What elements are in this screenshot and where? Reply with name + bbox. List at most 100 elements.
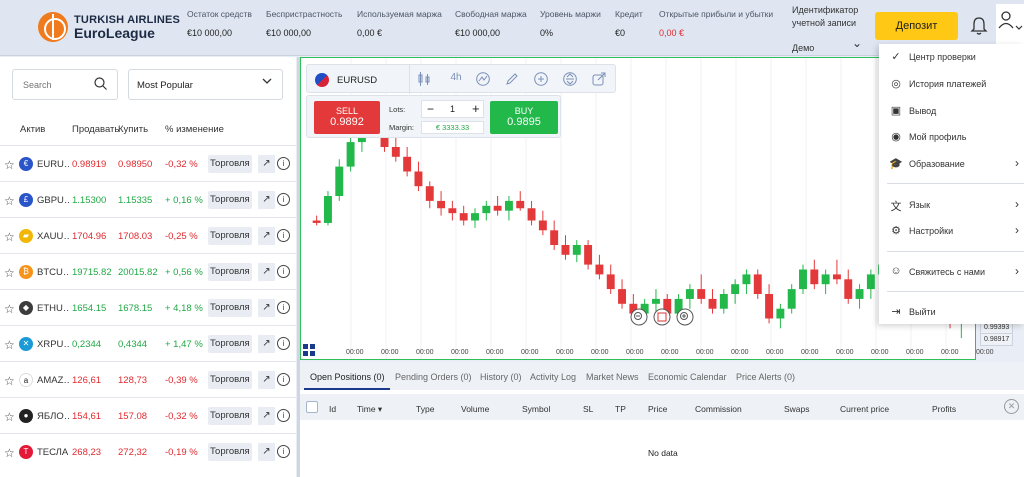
col-header[interactable]: Current price: [840, 404, 889, 414]
menu-item[interactable]: ▣ Вывод: [879, 100, 1024, 122]
user-menu-button[interactable]: [996, 4, 1024, 48]
star-icon[interactable]: ☆: [4, 410, 15, 424]
lots-decrease-button[interactable]: −: [427, 102, 434, 116]
star-icon[interactable]: ☆: [4, 158, 15, 172]
star-icon[interactable]: ☆: [4, 230, 15, 244]
tab-2[interactable]: History (0): [480, 372, 522, 382]
trade-button[interactable]: Торговля: [208, 443, 252, 461]
timeframe-selector[interactable]: 4h: [446, 72, 466, 86]
euroleague-logo[interactable]: TURKISH AIRLINES EuroLeague: [38, 12, 180, 42]
layout-grid-icon[interactable]: [303, 344, 315, 356]
menu-item[interactable]: ◉ Мой профиль: [879, 126, 1024, 148]
chevron-down-icon[interactable]: [262, 77, 272, 88]
crosshair-icon[interactable]: [534, 72, 548, 86]
open-chart-icon[interactable]: ↗: [258, 191, 275, 209]
pencil-icon[interactable]: [505, 72, 519, 86]
col-header[interactable]: TP: [615, 404, 626, 414]
instrument-row[interactable]: ☆ a AMAZ…126,61 128,73 -0,39 % Торговля ↗i: [0, 361, 296, 397]
deposit-button[interactable]: Депозит: [875, 12, 958, 40]
instrument-row[interactable]: ☆ € EURU…0.98919 0.98950 -0,32 % Торговля ↗i: [0, 145, 296, 181]
tab-6[interactable]: Price Alerts (0): [736, 372, 795, 382]
trade-button[interactable]: Торговля: [208, 227, 252, 245]
chevron-down-icon[interactable]: ⌄: [852, 36, 862, 50]
info-icon[interactable]: i: [277, 445, 290, 458]
lots-value[interactable]: 1: [450, 104, 455, 114]
info-icon[interactable]: i: [277, 229, 290, 242]
filter-select[interactable]: Most Popular: [128, 69, 283, 100]
info-icon[interactable]: i: [277, 409, 290, 422]
info-icon[interactable]: i: [277, 337, 290, 350]
menu-item[interactable]: ☺ Свяжитесь с нами ›: [879, 261, 1024, 283]
instrument-row[interactable]: ☆ £ GBPU…1.15300 1.15335 + 0,16 % Торговля ↗i: [0, 181, 296, 217]
star-icon[interactable]: ☆: [4, 338, 15, 352]
instrument-row[interactable]: ☆ ◆ ETHU… 1654.15 1678.15 + 4,18 % Торговля ↗ i: [0, 289, 296, 325]
sell-button[interactable]: SELL 0.9892: [314, 101, 380, 134]
tab-0[interactable]: Open Positions (0): [310, 372, 385, 382]
share-icon[interactable]: [592, 72, 606, 86]
col-header[interactable]: Type: [416, 404, 434, 414]
instrument-row[interactable]: ☆ ✕ XRPU…0,2344 0,4344 + 1,47 % Торговля ↗i: [0, 325, 296, 361]
col-header[interactable]: Time ▾: [357, 404, 382, 415]
trade-button[interactable]: Торговля: [208, 335, 252, 353]
trade-button[interactable]: Торговля: [208, 191, 252, 209]
col-header[interactable]: Price: [648, 404, 667, 414]
star-icon[interactable]: ☆: [4, 266, 15, 280]
open-chart-icon[interactable]: ↗: [258, 407, 275, 425]
col-header[interactable]: SL: [583, 404, 593, 414]
instrument-row[interactable]: ☆ ▰ XAUU…1704.96 1708.03 -0,25 % Торговля ↗i: [0, 217, 296, 253]
instrument-row[interactable]: ☆ ₿ BTCU… 19715.82 20015.82 + 0,56 % Торговля ↗…: [0, 253, 296, 289]
open-chart-icon[interactable]: ↗: [258, 299, 275, 317]
close-all-icon[interactable]: ✕: [1004, 399, 1019, 414]
trade-button[interactable]: Торговля: [208, 299, 252, 317]
indicators-icon[interactable]: [476, 72, 490, 86]
symbol-selector[interactable]: EURUSD: [315, 73, 377, 87]
open-chart-icon[interactable]: ↗: [258, 443, 275, 461]
menu-item[interactable]: ⇥ Выйти: [879, 301, 1024, 323]
menu-item[interactable]: 文 Язык ›: [879, 194, 1024, 216]
menu-item[interactable]: ✓ Центр проверки: [879, 46, 1024, 68]
alignment-icon[interactable]: [563, 72, 577, 86]
bell-icon[interactable]: [970, 16, 990, 38]
info-icon[interactable]: i: [277, 301, 290, 314]
col-header[interactable]: Symbol: [522, 404, 550, 414]
star-icon[interactable]: ☆: [4, 446, 15, 460]
account-type: Демо: [792, 43, 815, 53]
menu-item[interactable]: ◎ История платежей: [879, 73, 1024, 95]
chevron-right-icon: ›: [1015, 156, 1019, 170]
star-icon[interactable]: ☆: [4, 194, 15, 208]
trade-button[interactable]: Торговля: [208, 263, 252, 281]
open-chart-icon[interactable]: ↗: [258, 227, 275, 245]
select-all-checkbox[interactable]: [306, 401, 318, 413]
star-icon[interactable]: ☆: [4, 374, 15, 388]
menu-item[interactable]: 🎓 Образование ›: [879, 153, 1024, 175]
search-icon[interactable]: [94, 77, 107, 93]
col-header[interactable]: Profits: [932, 404, 956, 414]
open-chart-icon[interactable]: ↗: [258, 263, 275, 281]
tab-5[interactable]: Economic Calendar: [648, 372, 727, 382]
trade-button[interactable]: Торговля: [208, 371, 252, 389]
open-chart-icon[interactable]: ↗: [258, 155, 275, 173]
tab-3[interactable]: Activity Log: [530, 372, 576, 382]
info-icon[interactable]: i: [277, 157, 290, 170]
col-header[interactable]: Volume: [461, 404, 489, 414]
star-icon[interactable]: ☆: [4, 302, 15, 316]
col-header[interactable]: Id: [329, 404, 336, 414]
tab-1[interactable]: Pending Orders (0): [395, 372, 472, 382]
candlestick-type-icon[interactable]: [417, 72, 431, 86]
tab-4[interactable]: Market News: [586, 372, 639, 382]
account-selector[interactable]: Идентификатор учетной записи Демо: [792, 4, 858, 53]
col-header[interactable]: Commission: [695, 404, 742, 414]
lots-increase-button[interactable]: +: [472, 101, 480, 116]
open-chart-icon[interactable]: ↗: [258, 371, 275, 389]
instrument-row[interactable]: ☆ T ТЕСЛА 268,23 272,32 -0,19 % Торговля ↗ i: [0, 433, 296, 469]
open-chart-icon[interactable]: ↗: [258, 335, 275, 353]
info-icon[interactable]: i: [277, 193, 290, 206]
info-icon[interactable]: i: [277, 373, 290, 386]
trade-button[interactable]: Торговля: [208, 407, 252, 425]
instrument-row[interactable]: ☆ ● ЯБЛО…154,61 157.08 -0,32 % Торговля ↗i: [0, 397, 296, 433]
info-icon[interactable]: i: [277, 265, 290, 278]
trade-button[interactable]: Торговля: [208, 155, 252, 173]
col-header[interactable]: Swaps: [784, 404, 810, 414]
menu-item[interactable]: ⚙ Настройки ›: [879, 220, 1024, 242]
buy-button[interactable]: BUY 0.9895: [490, 101, 558, 134]
